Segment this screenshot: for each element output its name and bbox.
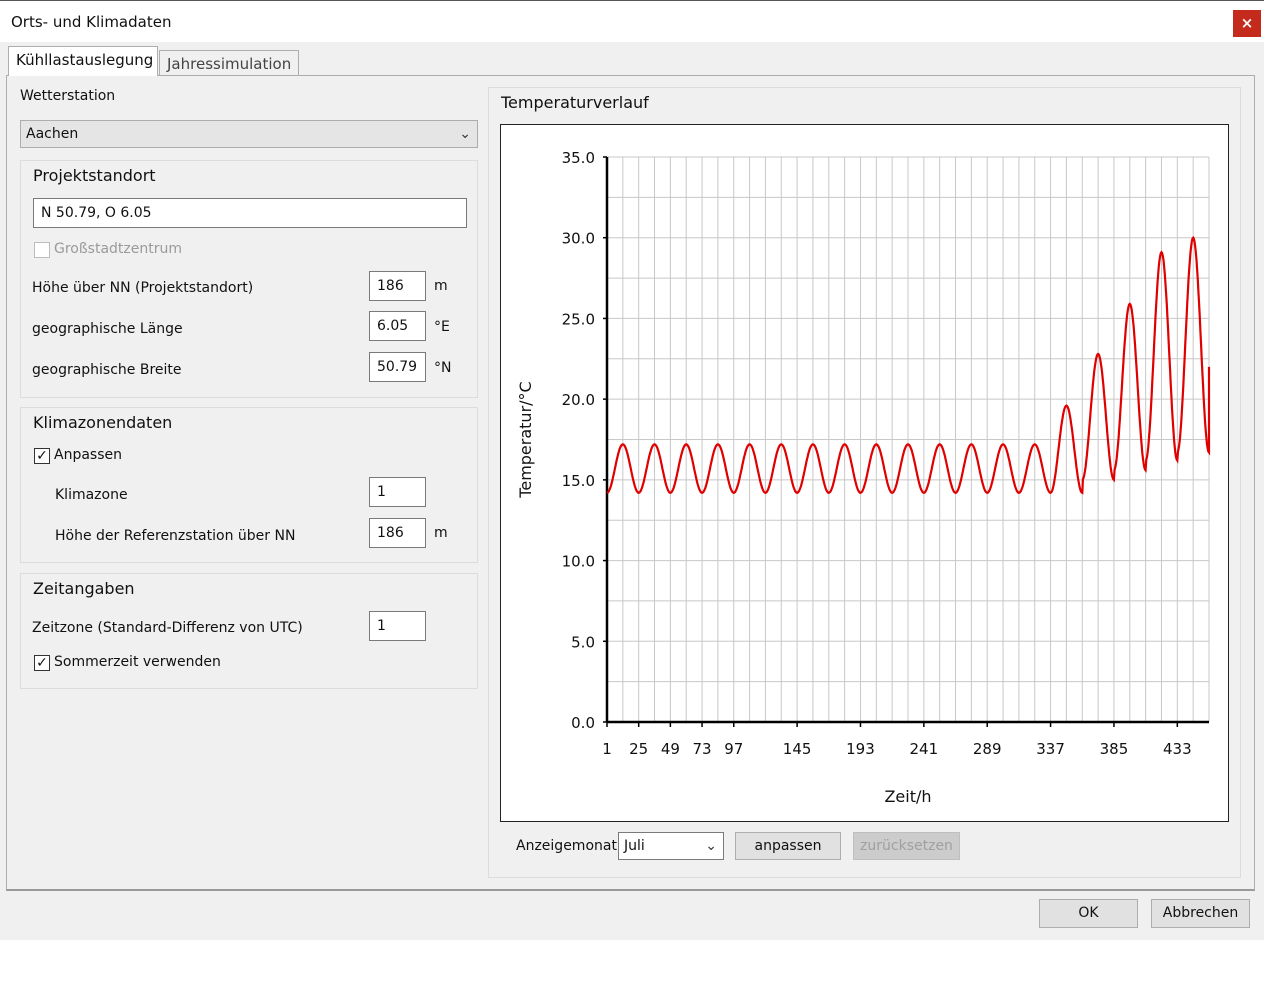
chevron-down-icon: ⌄	[705, 838, 717, 854]
temperature-chart: 0.0 5.0 10.0 15.0 20.0 25.0 30.0 35.0 1 25 49 73 97 1…	[500, 124, 1229, 822]
klimazonendaten-group: Klimazonendaten ✓ Anpassen Klimazone 1 H…	[20, 407, 478, 563]
laenge-label: geographische Länge	[32, 321, 183, 337]
chart-svg: 0.0 5.0 10.0 15.0 20.0 25.0 30.0 35.0 1 25 49 73 97 1…	[516, 149, 1211, 806]
laenge-unit: °E	[434, 319, 450, 335]
x-tick-label: 337	[1036, 740, 1065, 758]
y-tick-label: 25.0	[562, 310, 595, 328]
klimazonendaten-title: Klimazonendaten	[33, 413, 173, 432]
breite-label: geographische Breite	[32, 362, 182, 378]
breite-input[interactable]: 50.79	[369, 352, 426, 382]
x-axis-label: Zeit/h	[884, 787, 931, 806]
sommerzeit-label: Sommerzeit verwenden	[54, 654, 221, 670]
y-axis-label: Temperatur/°C	[516, 381, 535, 498]
breite-unit: °N	[434, 360, 452, 376]
hoehe-label: Höhe über NN (Projektstandort)	[32, 280, 254, 296]
checkmark-icon: ✓	[36, 655, 48, 671]
zeitangaben-title: Zeitangaben	[33, 579, 135, 598]
klimazone-input[interactable]: 1	[369, 477, 426, 507]
y-tick-label: 5.0	[571, 633, 595, 651]
zeitangaben-group: Zeitangaben Zeitzone (Standard-Differenz…	[20, 573, 478, 689]
x-tick-label: 193	[846, 740, 875, 758]
y-tick-label: 10.0	[562, 553, 595, 571]
sommerzeit-checkbox[interactable]: ✓	[34, 655, 50, 671]
zeitzone-label: Zeitzone (Standard-Differenz von UTC)	[32, 620, 303, 636]
x-tick-label: 73	[693, 740, 712, 758]
x-tick-label: 241	[910, 740, 939, 758]
x-tick-label: 289	[973, 740, 1002, 758]
zeitzone-input[interactable]: 1	[369, 611, 426, 641]
x-tick-label: 49	[661, 740, 680, 758]
y-tick-label: 30.0	[562, 230, 595, 248]
close-icon: ×	[1240, 14, 1254, 32]
hoehe-input[interactable]: 186	[369, 271, 426, 301]
grossstadt-label: Großstadtzentrum	[54, 241, 183, 257]
tab-kuehllastauslegung[interactable]: Kühllastauslegung	[8, 46, 158, 76]
klimazone-label: Klimazone	[55, 487, 128, 503]
zuruecksetzen-button[interactable]: zurücksetzen	[853, 832, 960, 860]
laenge-input[interactable]: 6.05	[369, 311, 426, 341]
anpassen-button[interactable]: anpassen	[735, 832, 841, 860]
projektstandort-title: Projektstandort	[33, 166, 156, 185]
x-tick-label: 97	[724, 740, 743, 758]
wetterstation-value: Aachen	[26, 126, 79, 142]
chevron-down-icon: ⌄	[459, 126, 471, 142]
x-tick-label: 145	[783, 740, 812, 758]
title-bar: Orts- und Klimadaten ×	[0, 0, 1264, 42]
window-title: Orts- und Klimadaten	[11, 13, 172, 31]
wetterstation-label: Wetterstation	[20, 88, 116, 104]
checkmark-icon: ✓	[36, 448, 48, 464]
x-tick-label: 25	[629, 740, 648, 758]
y-tick-label: 15.0	[562, 472, 595, 490]
ref-hoehe-unit: m	[434, 525, 448, 541]
dialog-window: Orts- und Klimadaten × Kühllastauslegung…	[0, 0, 1264, 940]
anpassen-checkbox[interactable]: ✓	[34, 448, 50, 464]
anpassen-label: Anpassen	[54, 447, 122, 463]
ok-button[interactable]: OK	[1039, 899, 1138, 928]
anzeigemonat-value: Juli	[624, 838, 645, 854]
close-button[interactable]: ×	[1233, 10, 1261, 37]
x-tick-label: 385	[1100, 740, 1129, 758]
location-input[interactable]: N 50.79, O 6.05	[33, 198, 467, 228]
temperaturverlauf-title: Temperaturverlauf	[501, 93, 649, 112]
y-tick-label: 20.0	[562, 391, 595, 409]
wetterstation-select[interactable]: Aachen ⌄	[20, 120, 478, 148]
projektstandort-group: Projektstandort N 50.79, O 6.05 Großstad…	[20, 160, 478, 398]
x-tick-label: 1	[602, 740, 612, 758]
ref-hoehe-label: Höhe der Referenzstation über NN	[55, 528, 296, 544]
ref-hoehe-input[interactable]: 186	[369, 518, 426, 548]
grossstadt-checkbox[interactable]	[34, 242, 50, 258]
tab-jahressimulation[interactable]: Jahressimulation	[159, 50, 299, 78]
anzeigemonat-label: Anzeigemonat	[516, 838, 617, 854]
y-tick-label: 0.0	[571, 714, 595, 732]
anzeigemonat-select[interactable]: Juli ⌄	[618, 832, 724, 860]
cancel-button[interactable]: Abbrechen	[1151, 899, 1250, 928]
x-tick-label: 433	[1163, 740, 1192, 758]
hoehe-unit: m	[434, 278, 448, 294]
y-tick-label: 35.0	[562, 149, 595, 167]
